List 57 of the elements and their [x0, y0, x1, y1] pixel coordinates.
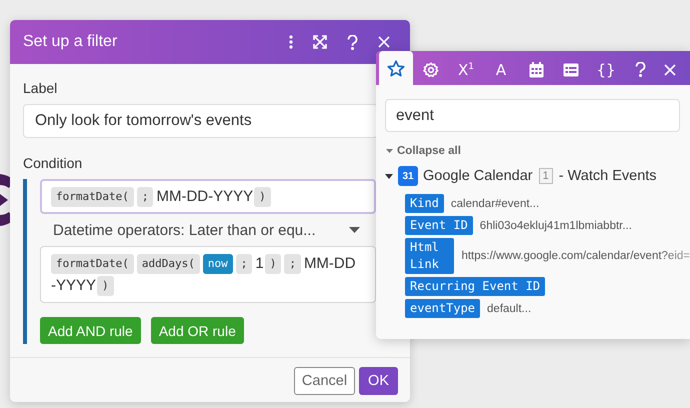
table-icon — [563, 62, 579, 76]
collapse-all-link[interactable]: Collapse all — [386, 145, 690, 157]
function-tab[interactable]: A — [484, 54, 518, 85]
separator-token: ) — [254, 187, 271, 208]
variable-token: now — [202, 254, 233, 274]
field-tag[interactable]: eventType — [405, 299, 480, 318]
cancel-button[interactable]: Cancel — [294, 367, 356, 395]
search-field[interactable]: event — [385, 99, 680, 132]
caret-icon[interactable] — [385, 172, 393, 180]
module-badge: 1 — [538, 168, 553, 184]
text-token: MM-DD-YYYY — [156, 187, 254, 208]
help-icon[interactable] — [347, 34, 358, 50]
field-label: Condition — [23, 155, 84, 171]
more-icon[interactable] — [289, 35, 293, 49]
field-tag[interactable]: Kind — [405, 194, 444, 213]
field-value: 6hli03o4ekluj41m1lbmiabbtr... — [480, 220, 632, 232]
add-rule-button[interactable]: Add OR rule — [150, 317, 244, 344]
separator-token: ; — [284, 254, 301, 274]
field-tag[interactable]: Recurring Event ID — [405, 277, 546, 296]
calendar-icon — [528, 62, 544, 78]
add-rule-button[interactable]: Add AND rule — [40, 317, 141, 344]
field-value: calendar#event... — [450, 198, 540, 210]
separator-token: ) — [264, 254, 282, 274]
field-value: default... — [487, 302, 532, 314]
module-name: Google Calendar — [423, 168, 533, 184]
function-token: addDays( — [136, 254, 200, 274]
dialog-title: Set up a filter — [23, 33, 118, 51]
operator-select[interactable]: Datetime operators: Later than or equ... — [40, 214, 376, 246]
caret-icon — [386, 149, 393, 153]
ok-button[interactable]: OK — [359, 367, 398, 395]
module-action: - Watch Events — [558, 168, 657, 184]
favorites-tab[interactable] — [379, 51, 413, 85]
field-value: https://www.google.com/calendar/event?eid= — [461, 250, 690, 262]
field-tag[interactable]: Event ID — [405, 216, 473, 235]
gear-icon — [423, 62, 439, 78]
separator-token: ; — [236, 254, 252, 274]
field-tag[interactable]: Html Link — [405, 238, 454, 274]
text-token: 1 — [255, 254, 264, 274]
star-icon — [387, 60, 405, 76]
separator-token: ; — [136, 187, 154, 208]
close-icon[interactable] — [664, 64, 676, 76]
function-tab[interactable]: {} — [589, 54, 623, 85]
label-input-field[interactable]: Only look for tomorrow's events — [23, 104, 378, 138]
expand-icon[interactable] — [313, 35, 327, 49]
function-token: formatDate( — [51, 187, 134, 208]
separator-token: ) — [97, 276, 114, 296]
expression-field[interactable]: formatDate( ; MM-DD-YYYY ) — [40, 179, 376, 214]
field-label: Label — [23, 80, 58, 96]
function-token: formatDate( — [51, 254, 134, 274]
function-tab[interactable]: X$^{1}$ — [449, 54, 483, 85]
text-token: -YYYY — [51, 276, 96, 296]
text-token: MM-DD — [304, 254, 356, 274]
expression-field[interactable]: formatDate( addDays( now ; 1 ) ; MM-DD -YYYY ) — [40, 246, 376, 303]
help-icon[interactable] — [635, 62, 646, 77]
caret-down-icon — [349, 227, 360, 233]
calendar-app-icon: 31 — [398, 166, 418, 186]
close-icon[interactable] — [378, 36, 390, 48]
